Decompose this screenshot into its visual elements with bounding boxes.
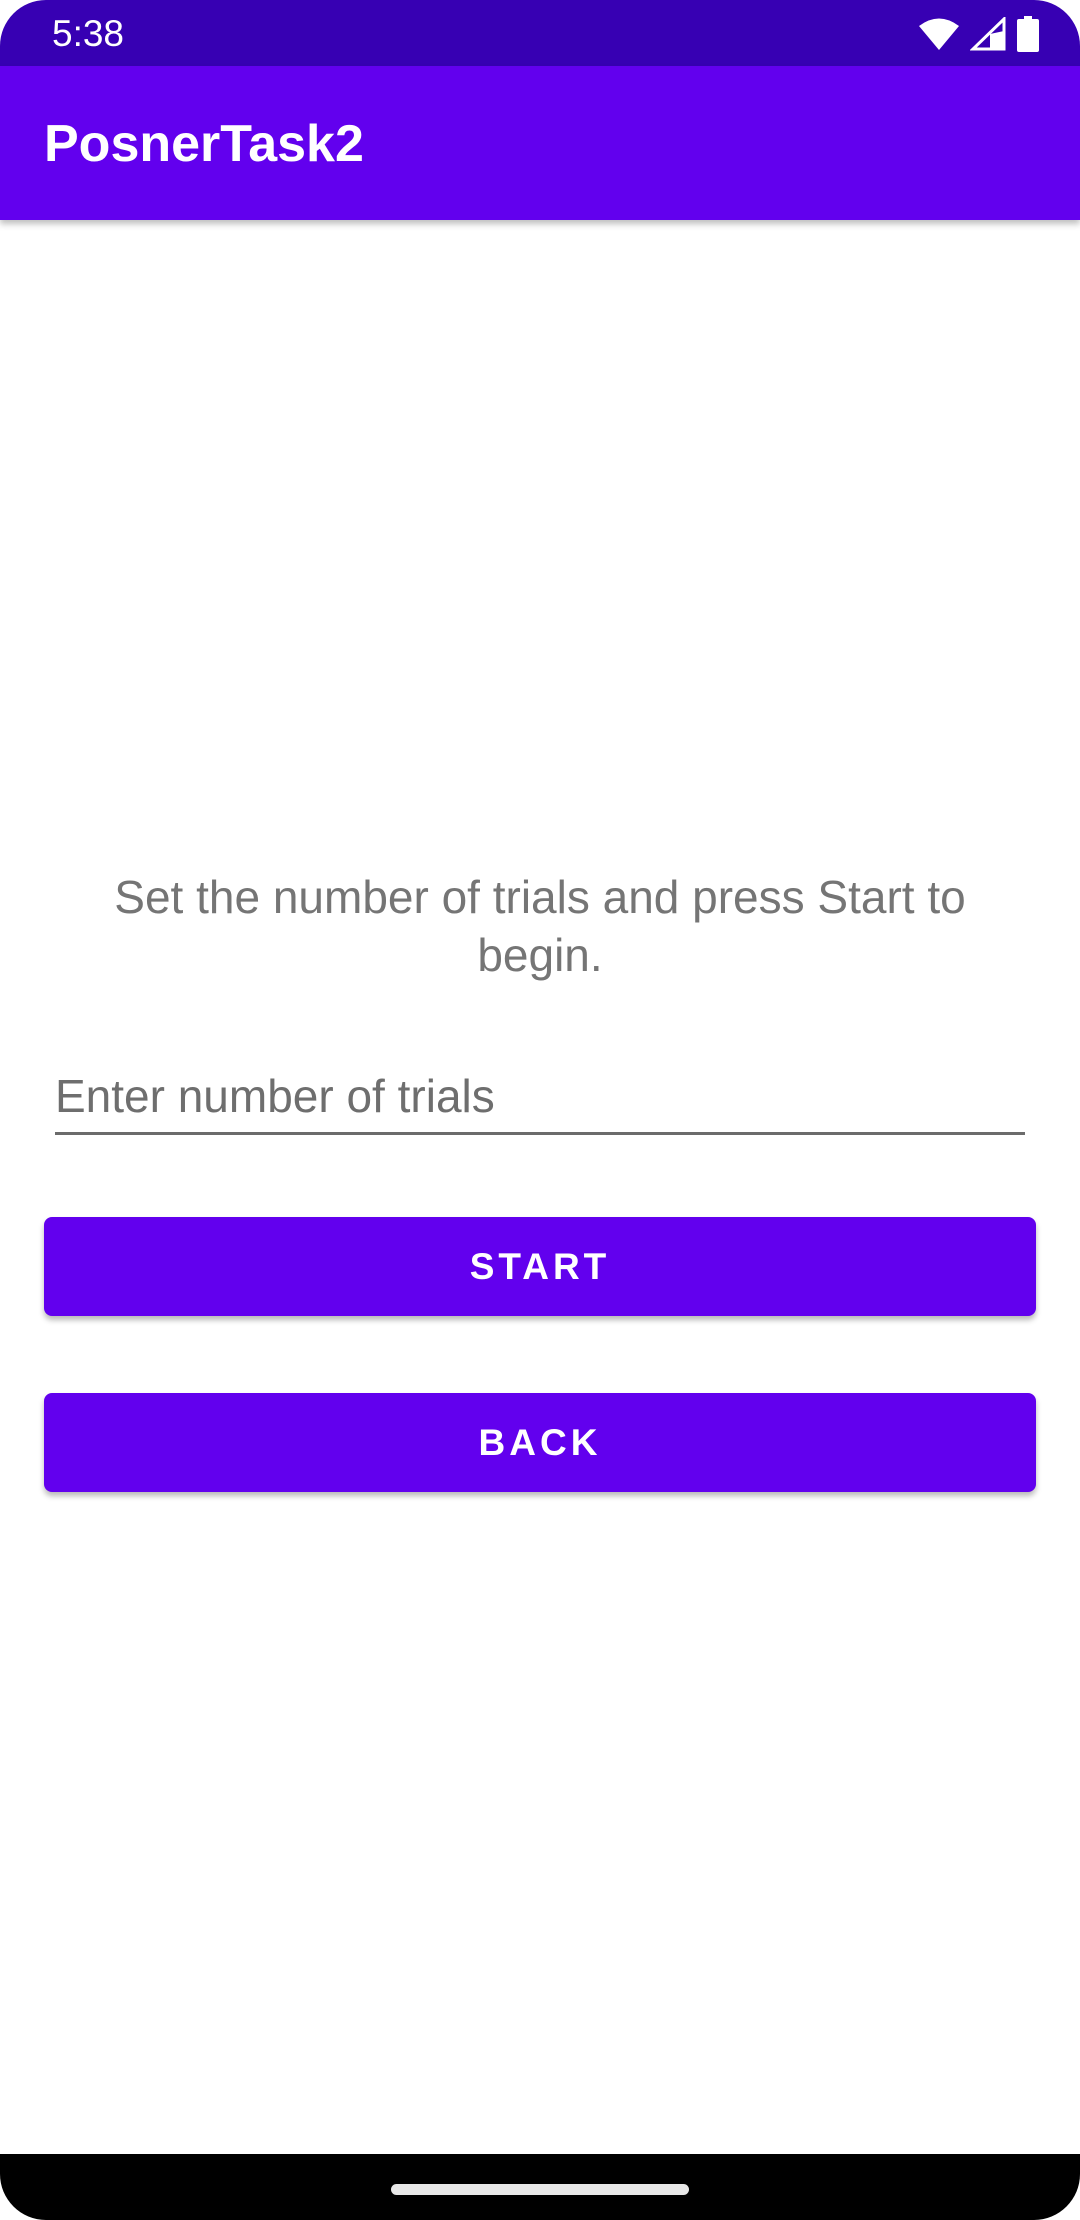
instructions-text: Set the number of trials and press Start… xyxy=(114,871,966,981)
wifi-icon xyxy=(918,17,960,51)
battery-icon xyxy=(1016,16,1040,52)
trials-input[interactable] xyxy=(55,1060,1025,1135)
status-bar: 5:38 xyxy=(0,0,1080,66)
home-handle[interactable] xyxy=(391,2184,689,2195)
status-icons xyxy=(918,14,1040,54)
app-title: PosnerTask2 xyxy=(44,115,364,173)
app-bar: PosnerTask2 xyxy=(0,66,1080,220)
app-screen: 5:38 PosnerTask2 Set the number of trial… xyxy=(0,0,1080,2220)
back-button[interactable]: BACK xyxy=(44,1393,1036,1492)
start-button[interactable]: START xyxy=(44,1217,1036,1316)
status-time: 5:38 xyxy=(52,13,125,54)
navigation-bar xyxy=(0,2154,1080,2220)
signal-icon xyxy=(970,17,1006,51)
